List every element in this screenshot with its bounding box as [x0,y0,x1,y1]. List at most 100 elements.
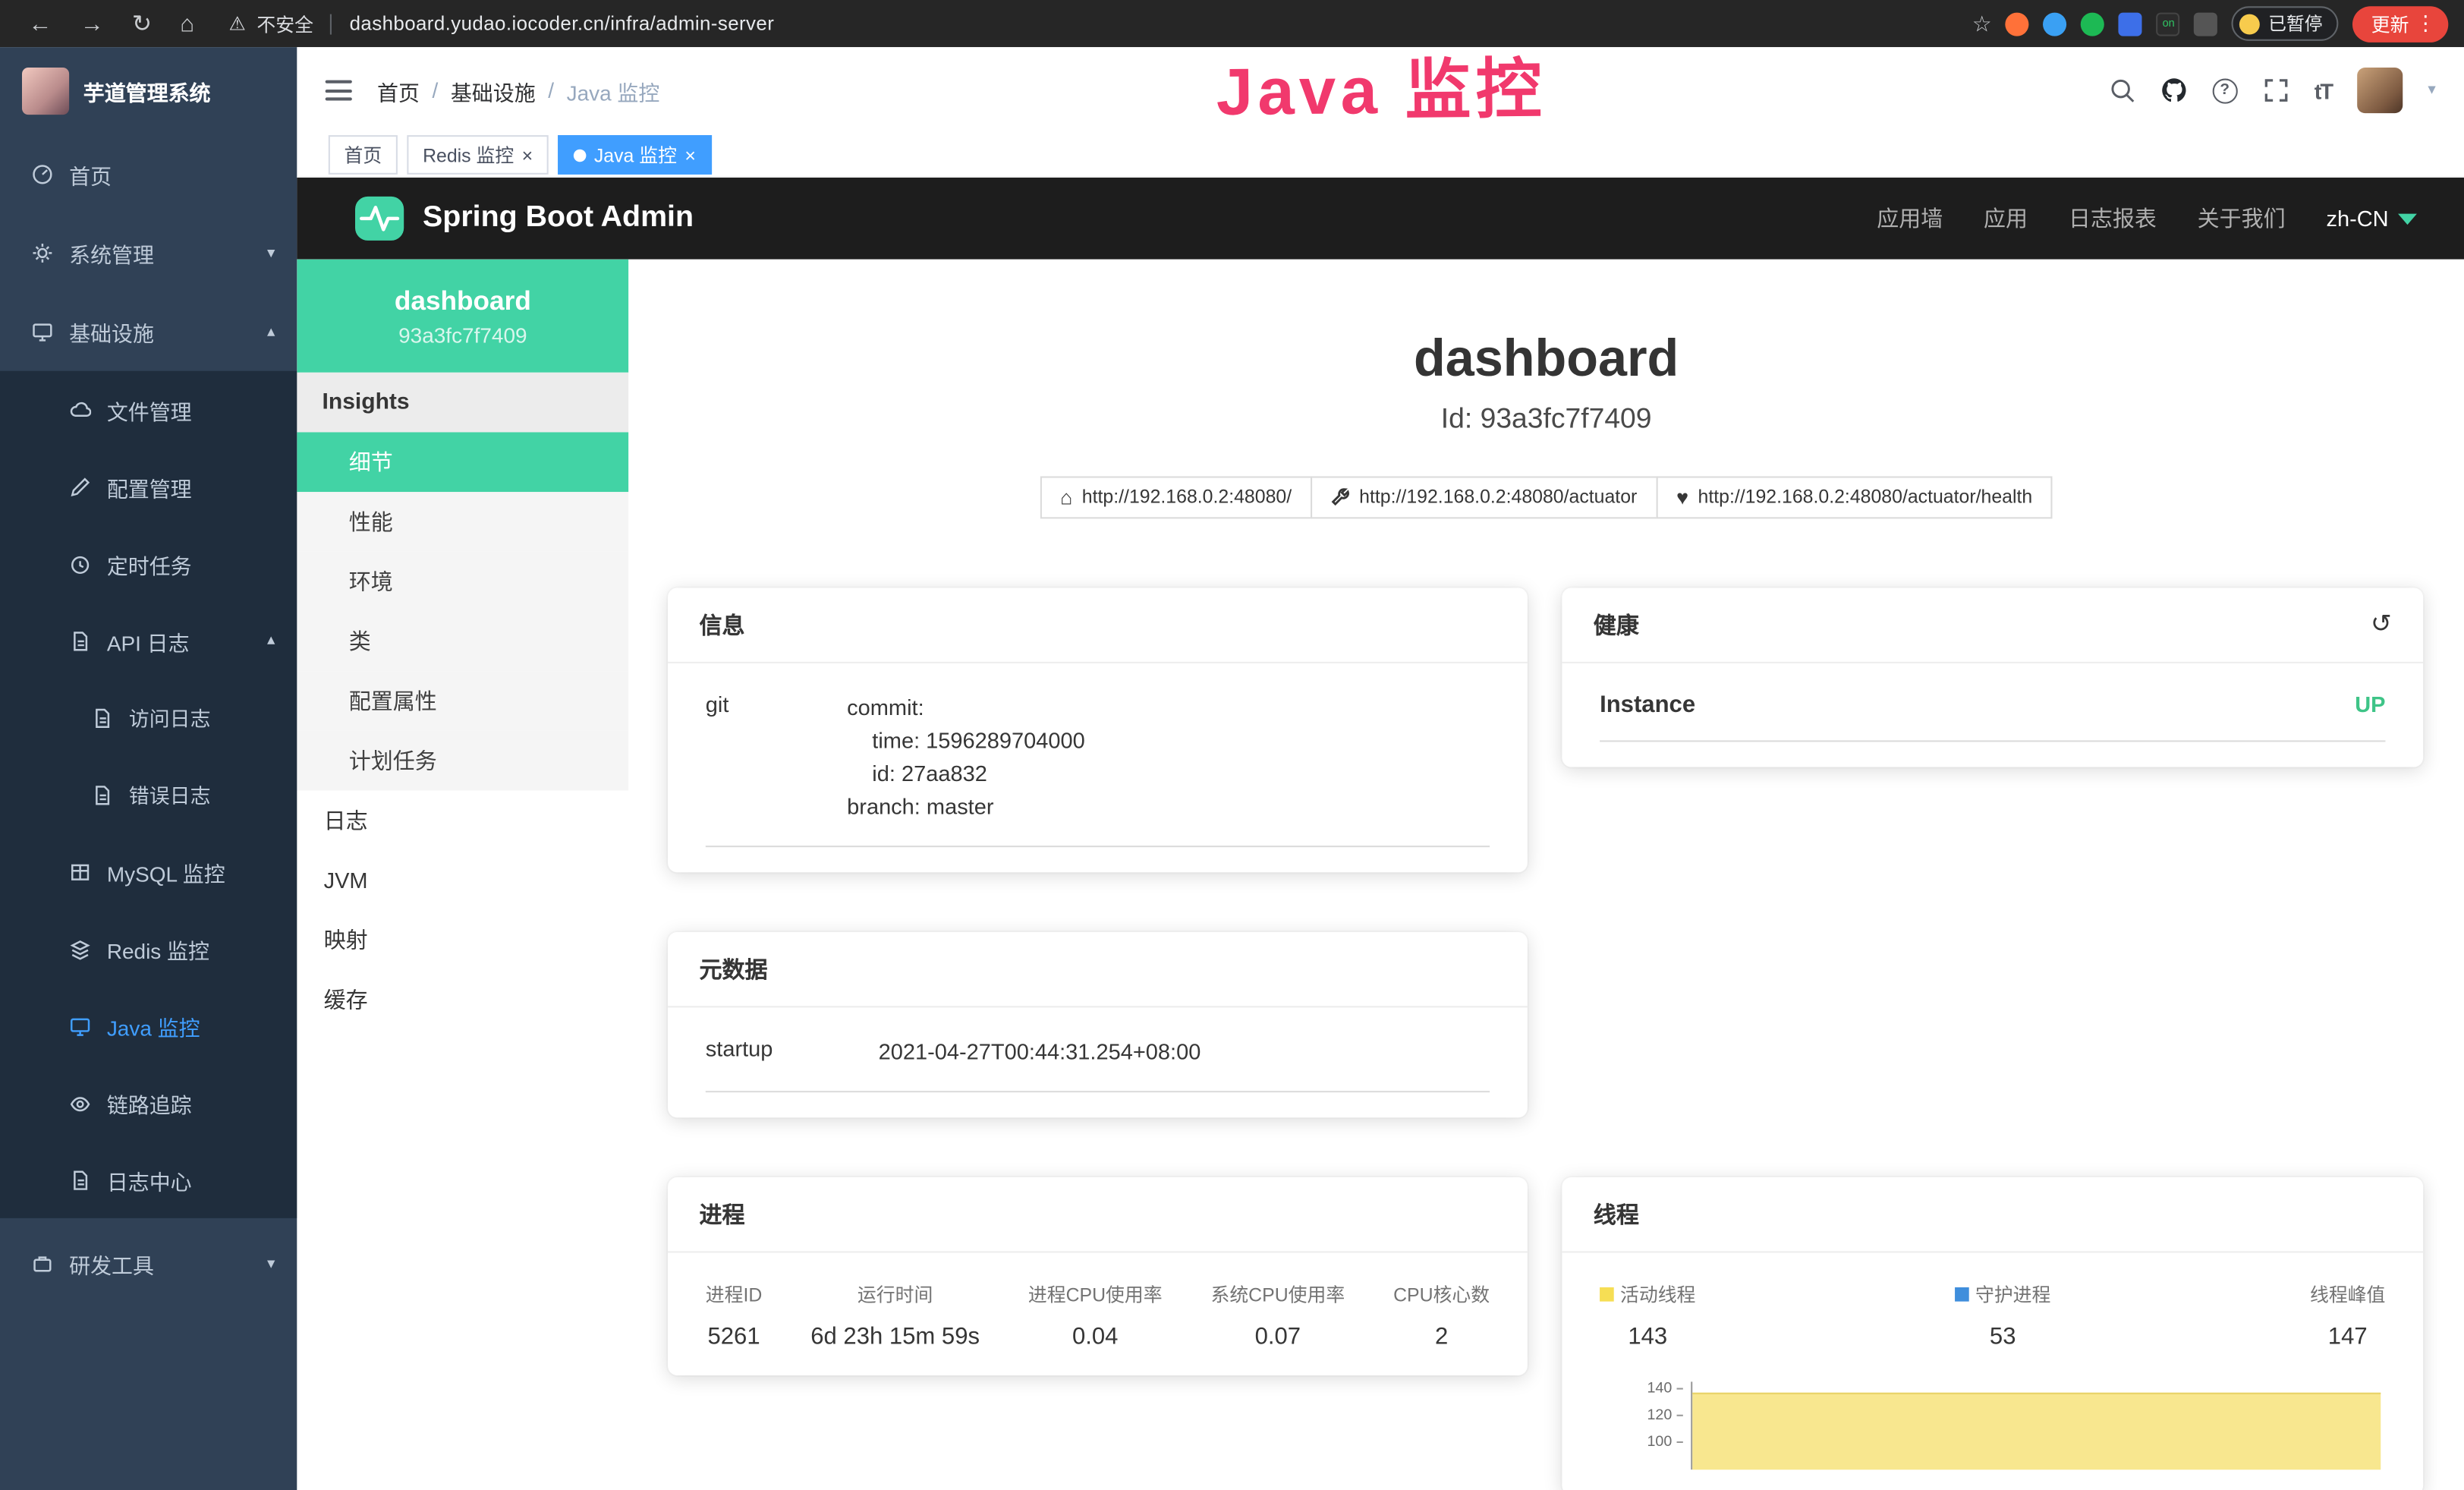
sidebar-item-infrastructure[interactable]: 基础设施 ▴ [0,292,297,371]
stat-cpu-cores: CPU核心数 2 [1393,1281,1490,1350]
sba-item-environment[interactable]: 环境 [297,552,628,612]
health-card-header: 健康 ↺ [1562,587,2423,663]
sidebar-item-dev-tools[interactable]: 研发工具 ▾ [0,1224,297,1303]
bookmark-star-icon[interactable]: ☆ [1972,10,1992,36]
document-icon [69,1169,91,1191]
sba-brand[interactable]: Spring Boot Admin [354,195,694,242]
git-time-line: time: 1596289704000 [847,725,1490,758]
sba-item-scheduled-tasks[interactable]: 计划任务 [297,731,628,791]
card-title: 线程 [1594,1198,1639,1230]
locale-caret-icon [2398,213,2417,224]
breadcrumb-home[interactable]: 首页 [377,74,420,106]
sidebar-item-label: 错误日志 [129,780,211,809]
app-logo[interactable]: 芋道管理系统 [0,47,297,135]
paused-label: 已暂停 [2268,11,2322,36]
extension-icon[interactable] [2119,12,2142,36]
extension-icon[interactable] [2082,12,2105,36]
hamburger-icon[interactable] [326,80,352,101]
spring-boot-admin: Spring Boot Admin 应用墙 应用 日志报表 关于我们 zh-CN [297,178,2464,1490]
sba-nav-applications[interactable]: 应用 [1984,203,2028,234]
browser-nav: ← → ↻ ⌂ [16,9,207,37]
extension-icon[interactable] [2044,12,2067,36]
sba-item-caches[interactable]: 缓存 [297,970,628,1030]
actuator-url-link[interactable]: http://192.168.0.2:48080/actuator [1311,476,1657,518]
cloud-icon [69,398,91,421]
stat-value: 2 [1393,1323,1490,1350]
sidebar-item-file-manage[interactable]: 文件管理 [0,371,297,448]
y-tick: 100 [1647,1435,1682,1450]
sba-instance-header[interactable]: dashboard 93a3fc7f7409 [297,260,628,373]
document-icon [91,707,113,729]
app-sidebar: 芋道管理系统 首页 系统管理 ▾ 基础设施 ▴ 文件管理 [0,47,297,1490]
breadcrumb-current: Java 监控 [567,74,660,106]
breadcrumb-separator: / [432,79,438,102]
github-icon[interactable] [2160,77,2187,103]
sba-nav-about[interactable]: 关于我们 [2198,203,2286,234]
chevron-up-icon: ▴ [267,632,275,649]
tab-close-icon[interactable]: × [522,146,533,165]
sidebar-item-scheduled-jobs[interactable]: 定时任务 [0,525,297,602]
service-url-link[interactable]: ⌂ http://192.168.0.2:48080/ [1040,476,1312,518]
forward-icon[interactable]: → [80,10,104,36]
tab-home[interactable]: 首页 [329,135,398,175]
sba-item-logs[interactable]: 日志 [297,791,628,851]
sba-item-jvm[interactable]: JVM [297,850,628,910]
sidebar-item-access-log[interactable]: 访问日志 [0,679,297,756]
tab-redis-monitor[interactable]: Redis 监控 × [407,135,548,175]
kebab-menu-icon[interactable]: ⋮ [2415,11,2439,36]
breadcrumb-infrastructure[interactable]: 基础设施 [451,74,536,106]
sba-item-config-props[interactable]: 配置属性 [297,671,628,731]
sba-item-mappings[interactable]: 映射 [297,910,628,970]
home-icon[interactable]: ⌂ [180,10,194,36]
health-instance-row[interactable]: Instance UP [1600,691,2385,742]
sba-item-metrics[interactable]: 性能 [297,492,628,552]
sba-nav-wallboard[interactable]: 应用墙 [1877,203,1943,234]
sidebar-item-label: Redis 监控 [107,933,209,964]
sidebar-item-home[interactable]: 首页 [0,135,297,214]
tab-java-monitor[interactable]: Java 监控 × [558,135,711,175]
sba-nav-journal[interactable]: 日志报表 [2069,203,2157,234]
sba-locale-select[interactable]: zh-CN [2326,206,2416,231]
address-bar[interactable]: ⚠ 不安全 dashboard.yudao.iocoder.cn/infra/a… [229,10,775,36]
process-card: 进程 进程ID 5261 运行时间 [668,1177,1528,1375]
legend-daemon-threads: 守护进程 53 [1955,1281,2050,1350]
sidebar-item-system[interactable]: 系统管理 ▾ [0,214,297,293]
fullscreen-icon[interactable] [2262,77,2289,103]
link-text: http://192.168.0.2:48080/actuator [1359,487,1637,509]
extensions-puzzle-icon[interactable] [2195,12,2218,36]
breadcrumb: 首页 / 基础设施 / Java 监控 [377,74,659,106]
sidebar-item-error-log[interactable]: 错误日志 [0,756,297,833]
chrome-update-button[interactable]: 更新 ⋮ [2352,5,2448,42]
extension-on-icon[interactable]: on [2157,12,2180,36]
avatar-caret-icon[interactable]: ▾ [2428,82,2435,99]
sidebar-item-config-manage[interactable]: 配置管理 [0,448,297,524]
font-size-icon[interactable]: tT [2315,78,2332,103]
sba-item-details[interactable]: 细节 [297,432,628,492]
reload-icon[interactable]: ↻ [132,9,152,37]
sidebar-item-api-log[interactable]: API 日志 ▴ [0,602,297,679]
back-icon[interactable]: ← [28,10,52,36]
threads-legend: 活动线程 143 守护进程 [1600,1281,2385,1350]
search-icon[interactable] [2108,77,2135,103]
sidebar-item-mysql-monitor[interactable]: MySQL 监控 [0,833,297,910]
health-url-link[interactable]: ♥ http://192.168.0.2:48080/actuator/heal… [1656,476,2053,518]
sidebar-item-log-center[interactable]: 日志中心 [0,1141,297,1218]
spring-boot-admin-logo-icon [354,195,405,242]
extension-icon[interactable] [2006,12,2029,36]
gear-icon [31,242,53,264]
paused-badge[interactable]: 已暂停 [2233,6,2339,41]
process-card-header: 进程 [668,1177,1528,1252]
help-icon[interactable]: ? [2212,78,2237,103]
stat-label: 进程ID [706,1281,763,1308]
tab-close-icon[interactable]: × [684,146,696,165]
sidebar-item-redis-monitor[interactable]: Redis 监控 [0,910,297,987]
sidebar-item-tracing[interactable]: 链路追踪 [0,1064,297,1141]
history-icon[interactable]: ↺ [2371,609,2392,640]
infrastructure-submenu: 文件管理 配置管理 定时任务 API 日志 ▴ 访问日志 [0,371,297,1218]
database-grid-icon [69,861,91,883]
user-avatar[interactable] [2357,68,2403,113]
sidebar-item-label: 定时任务 [107,548,192,579]
sba-item-classes[interactable]: 类 [297,612,628,672]
stat-label: 系统CPU使用率 [1210,1281,1345,1308]
sidebar-item-java-monitor[interactable]: Java 监控 [0,987,297,1063]
